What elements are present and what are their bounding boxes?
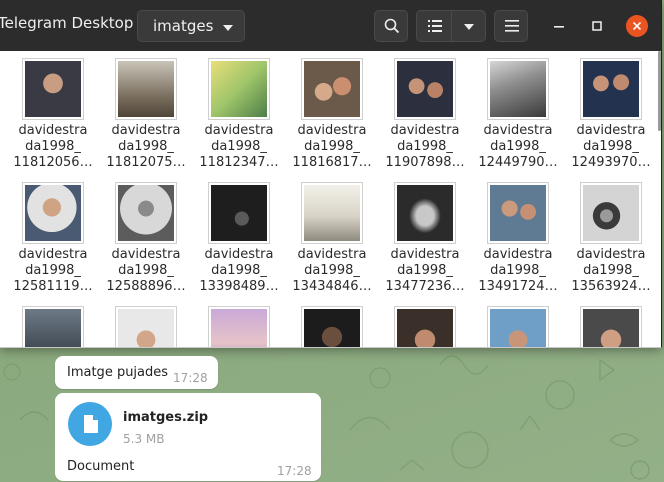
scrollbar[interactable] — [658, 51, 661, 131]
file-name: davidestra da1998_ 12581119… — [13, 247, 93, 294]
image-thumbnail — [208, 306, 270, 347]
view-toggle-group — [416, 10, 486, 42]
image-thumbnail — [115, 182, 177, 244]
image-thumbnail — [115, 58, 177, 120]
file-item[interactable]: davidestra da1998_ 11816817… — [287, 51, 377, 175]
window-title: Telegram Desktop — [0, 14, 134, 32]
file-name: davidestra da1998_ 11812075… — [106, 123, 186, 170]
file-size-label: 5.3 MB — [123, 432, 165, 446]
message-bubble: Imatge pujades 17:28 — [55, 356, 218, 389]
minimize-button[interactable] — [548, 15, 570, 37]
maximize-button[interactable] — [586, 15, 608, 37]
file-item[interactable] — [473, 299, 563, 347]
close-icon — [632, 21, 642, 31]
image-thumbnail — [115, 306, 177, 347]
file-grid: davidestra da1998_ 11812056… davidestra da1… — [0, 51, 661, 347]
image-thumbnail — [487, 306, 549, 347]
file-name: davidestra da1998_ 12449790… — [478, 123, 558, 170]
file-caption: Document — [67, 459, 135, 474]
image-thumbnail — [394, 58, 456, 120]
file-item[interactable]: davidestra da1998_ 11907898… — [380, 51, 470, 175]
file-item[interactable]: davidestra da1998_ 13477236… — [380, 175, 470, 299]
image-thumbnail — [301, 306, 363, 347]
image-thumbnail — [208, 182, 270, 244]
image-thumbnail — [394, 182, 456, 244]
image-thumbnail — [22, 306, 84, 347]
file-item[interactable] — [380, 299, 470, 347]
file-item[interactable] — [8, 299, 98, 347]
view-options-button[interactable] — [451, 10, 486, 42]
search-icon — [384, 18, 400, 34]
hamburger-menu-icon — [505, 20, 519, 32]
file-name: davidestra da1998_ 12493970… — [571, 123, 651, 170]
file-item[interactable]: davidestra da1998_ 13398489… — [194, 175, 284, 299]
document-icon — [84, 415, 98, 433]
file-item[interactable]: davidestra da1998_ 13434846… — [287, 175, 377, 299]
file-item[interactable]: davidestra da1998_ 12588896… — [101, 175, 191, 299]
chevron-down-icon — [223, 25, 233, 31]
minimize-icon — [554, 26, 564, 28]
file-name: davidestra da1998_ 13477236… — [385, 247, 465, 294]
image-thumbnail — [487, 182, 549, 244]
file-item[interactable]: davidestra da1998_ 13563924… — [566, 175, 656, 299]
file-name: davidestra da1998_ 13491724… — [478, 247, 558, 294]
image-thumbnail — [580, 306, 642, 347]
file-item[interactable]: davidestra da1998_ 11812347… — [194, 51, 284, 175]
file-name: davidestra da1998_ 11907898… — [385, 123, 465, 170]
close-button[interactable] — [626, 15, 648, 37]
file-name: davidestra da1998_ 11812347… — [199, 123, 279, 170]
file-item[interactable]: davidestra da1998_ 12493970… — [566, 51, 656, 175]
file-name-label[interactable]: imatges.zip — [123, 410, 208, 425]
file-name: davidestra da1998_ 13434846… — [292, 247, 372, 294]
file-item[interactable]: davidestra da1998_ 13491724… — [473, 175, 563, 299]
image-thumbnail — [301, 58, 363, 120]
image-thumbnail — [394, 306, 456, 347]
image-thumbnail — [22, 182, 84, 244]
list-view-button[interactable] — [416, 10, 452, 42]
file-manager-window: Telegram Desktop imatges davidestra da19… — [0, 0, 662, 348]
menu-button[interactable] — [494, 10, 528, 42]
file-name: davidestra da1998_ 12588896… — [106, 247, 186, 294]
image-thumbnail — [580, 182, 642, 244]
search-button[interactable] — [374, 10, 408, 42]
location-button[interactable]: imatges — [137, 10, 245, 42]
list-view-icon — [428, 20, 442, 32]
file-item[interactable] — [287, 299, 377, 347]
file-item[interactable]: davidestra da1998_ 12581119… — [8, 175, 98, 299]
file-name: davidestra da1998_ 11812056… — [13, 123, 93, 170]
file-name: davidestra da1998_ 11816817… — [292, 123, 372, 170]
message-caption: Imatge pujades — [67, 365, 169, 380]
file-item[interactable]: davidestra da1998_ 12449790… — [473, 51, 563, 175]
file-name: davidestra da1998_ 13398489… — [199, 247, 279, 294]
file-item[interactable]: davidestra da1998_ 11812056… — [8, 51, 98, 175]
image-thumbnail — [208, 58, 270, 120]
message-time: 17:28 — [277, 464, 312, 478]
headerbar: Telegram Desktop imatges — [0, 0, 661, 51]
file-name: davidestra da1998_ 13563924… — [571, 247, 651, 294]
chevron-down-icon — [464, 24, 474, 30]
file-item[interactable] — [101, 299, 191, 347]
maximize-icon — [592, 21, 602, 31]
image-thumbnail — [301, 182, 363, 244]
file-item[interactable] — [194, 299, 284, 347]
location-label: imatges — [153, 17, 214, 35]
download-file-button[interactable] — [68, 402, 112, 446]
file-item[interactable] — [566, 299, 656, 347]
message-time: 17:28 — [173, 371, 208, 385]
image-thumbnail — [580, 58, 642, 120]
file-item[interactable]: davidestra da1998_ 11812075… — [101, 51, 191, 175]
image-thumbnail — [487, 58, 549, 120]
image-thumbnail — [22, 58, 84, 120]
